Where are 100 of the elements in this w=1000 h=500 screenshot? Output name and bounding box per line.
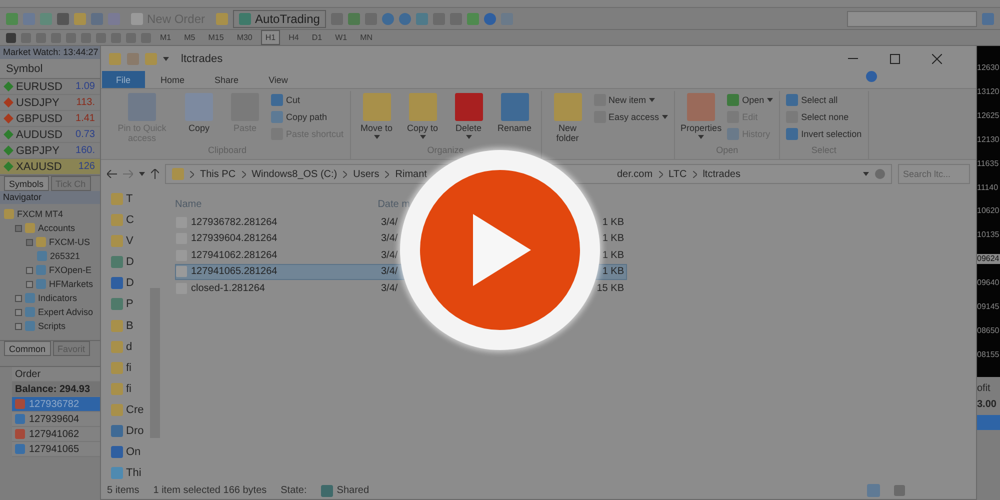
path-segment[interactable]: This PC bbox=[200, 168, 236, 180]
column-header[interactable]: Name bbox=[175, 198, 202, 210]
ribbon-button[interactable]: Cut bbox=[271, 92, 344, 107]
tree-item[interactable]: Accounts bbox=[38, 223, 76, 233]
timeframe-button[interactable]: M1 bbox=[156, 30, 176, 45]
symbol-row[interactable]: XAUUSD 126 bbox=[0, 159, 100, 175]
ribbon-tab[interactable]: File bbox=[102, 71, 145, 88]
expand-toggle[interactable] bbox=[26, 238, 33, 246]
ribbon-tab[interactable]: Home bbox=[146, 71, 199, 88]
symbol-row[interactable]: GBPUSD 1.41 bbox=[0, 111, 100, 127]
expand-toggle[interactable] bbox=[15, 224, 22, 232]
expand-toggle[interactable] bbox=[15, 308, 22, 316]
timeframe-button[interactable]: M15 bbox=[204, 30, 228, 45]
tree-item[interactable]: Scripts bbox=[38, 321, 66, 331]
symbol-row[interactable]: AUDUSD 0.73 bbox=[0, 127, 100, 143]
maximize-icon[interactable] bbox=[890, 54, 900, 64]
timeframe-button[interactable]: D1 bbox=[308, 30, 326, 45]
file-row[interactable]: 127936782.281264 3/4/ 1 KB bbox=[175, 214, 627, 230]
ribbon-tab[interactable]: Share bbox=[200, 71, 253, 88]
order-row[interactable]: 127936782 bbox=[12, 397, 100, 412]
tree-item[interactable]: FXOpen-E bbox=[49, 265, 92, 275]
ribbon-button[interactable]: Open bbox=[727, 92, 774, 107]
timeframe-button[interactable]: H1 bbox=[261, 30, 280, 45]
file-row[interactable]: 127939604.281264 3/4/ 1 KB bbox=[175, 230, 627, 247]
nav-item[interactable]: T bbox=[111, 190, 149, 208]
tree-item[interactable]: 265321 bbox=[50, 251, 80, 261]
path-segment[interactable]: ltctrades bbox=[702, 168, 740, 180]
ribbon-button[interactable]: Copy path bbox=[271, 109, 344, 124]
ribbon-button[interactable]: New folder bbox=[548, 91, 588, 145]
path-segment[interactable]: Rimant bbox=[395, 168, 427, 180]
close-icon[interactable] bbox=[932, 54, 942, 64]
panel-tab[interactable]: Common bbox=[4, 341, 51, 356]
nav-item[interactable]: C bbox=[111, 211, 149, 230]
nav-item[interactable]: V bbox=[111, 232, 149, 250]
symbol-row[interactable]: USDJPY 113. bbox=[0, 95, 100, 111]
nav-item[interactable]: On bbox=[111, 442, 149, 462]
forward-icon[interactable] bbox=[123, 170, 133, 178]
order-row[interactable]: 127939604 bbox=[12, 412, 100, 427]
ribbon-button[interactable]: Copy bbox=[179, 91, 219, 145]
ribbon-button[interactable]: Rename bbox=[494, 91, 535, 145]
nav-item[interactable]: fi bbox=[111, 380, 149, 398]
order-row[interactable]: 127941062 bbox=[12, 427, 100, 442]
nav-item[interactable]: Cre bbox=[111, 400, 149, 419]
timeframe-button[interactable]: H4 bbox=[284, 30, 303, 45]
price-label: 08155 bbox=[977, 350, 1000, 360]
nav-item[interactable]: d bbox=[111, 338, 149, 356]
path-segment[interactable]: Windows8_OS (C:) bbox=[252, 168, 338, 180]
column-header: Order bbox=[15, 368, 41, 380]
nav-item[interactable]: Dro bbox=[111, 422, 149, 440]
expand-toggle[interactable] bbox=[26, 266, 33, 274]
timeframe-button[interactable]: W1 bbox=[331, 30, 352, 45]
ribbon-button[interactable]: Move to bbox=[356, 91, 397, 145]
file-date: 3/4/ bbox=[381, 266, 398, 278]
ribbon-button[interactable]: New item bbox=[594, 92, 668, 107]
timeframe-button[interactable]: M5 bbox=[180, 30, 200, 45]
search-field[interactable] bbox=[847, 10, 977, 26]
ribbon-tab[interactable]: View bbox=[254, 71, 302, 88]
path-segment[interactable]: der.com bbox=[616, 168, 653, 180]
ribbon-button[interactable]: Select none bbox=[786, 109, 862, 124]
panel-tab[interactable]: Symbols bbox=[4, 176, 49, 191]
minimize-icon[interactable] bbox=[848, 58, 858, 60]
file-row[interactable]: closed-1.281264 3/4/ 15 KB bbox=[175, 280, 627, 296]
file-row[interactable]: 127941062.281264 3/4/ 1 KB bbox=[175, 247, 627, 264]
tree-item[interactable]: Expert Adviso bbox=[38, 307, 94, 317]
symbol-row[interactable]: EURUSD 1.09 bbox=[0, 79, 100, 95]
order-row[interactable] bbox=[977, 415, 1000, 430]
expand-toggle[interactable] bbox=[15, 322, 22, 330]
ribbon-button[interactable]: Invert selection bbox=[786, 126, 862, 141]
order-row[interactable]: 127941065 bbox=[12, 442, 100, 457]
expand-toggle[interactable] bbox=[26, 280, 33, 288]
tree-item[interactable]: FXCM MT4 bbox=[17, 209, 63, 219]
price-value: 1.09 bbox=[76, 81, 95, 92]
status-text: 1 item selected 166 bytes bbox=[153, 485, 267, 496]
path-segment[interactable]: LTC bbox=[668, 168, 687, 180]
up-icon[interactable] bbox=[151, 169, 159, 179]
autotrading-button[interactable]: AutoTrading bbox=[233, 10, 326, 28]
nav-item[interactable]: D bbox=[111, 274, 149, 292]
nav-item[interactable]: P bbox=[111, 295, 149, 314]
nav-item[interactable]: B bbox=[111, 316, 149, 335]
ribbon-button[interactable]: Properties bbox=[681, 91, 722, 145]
chevron-icon bbox=[385, 170, 390, 178]
timeframe-button[interactable]: M30 bbox=[232, 30, 256, 45]
ribbon-button[interactable]: Delete bbox=[448, 91, 489, 145]
ribbon-button[interactable]: Easy access bbox=[594, 109, 668, 124]
path-segment[interactable]: Users bbox=[353, 168, 380, 180]
tree-item[interactable]: Indicators bbox=[38, 293, 78, 303]
ribbon-button[interactable]: Copy to bbox=[402, 91, 443, 145]
nav-item[interactable]: Thi bbox=[111, 464, 149, 482]
balance-text: Balance: 294.93 bbox=[15, 384, 90, 394]
timeframe-button[interactable]: MN bbox=[356, 30, 377, 45]
file-name: 127939604.281264 bbox=[191, 233, 278, 244]
back-icon[interactable] bbox=[107, 170, 117, 178]
symbol-row[interactable]: GBPJPY 160. bbox=[0, 143, 100, 159]
column-header[interactable]: Date m bbox=[378, 198, 410, 210]
nav-item[interactable]: D bbox=[111, 253, 149, 272]
expand-toggle[interactable] bbox=[15, 294, 22, 302]
ribbon-button[interactable]: Select all bbox=[786, 92, 862, 107]
nav-item[interactable]: fi bbox=[111, 358, 149, 377]
tree-item[interactable]: FXCM-US bbox=[49, 237, 90, 247]
tree-item[interactable]: HFMarkets bbox=[49, 279, 94, 289]
